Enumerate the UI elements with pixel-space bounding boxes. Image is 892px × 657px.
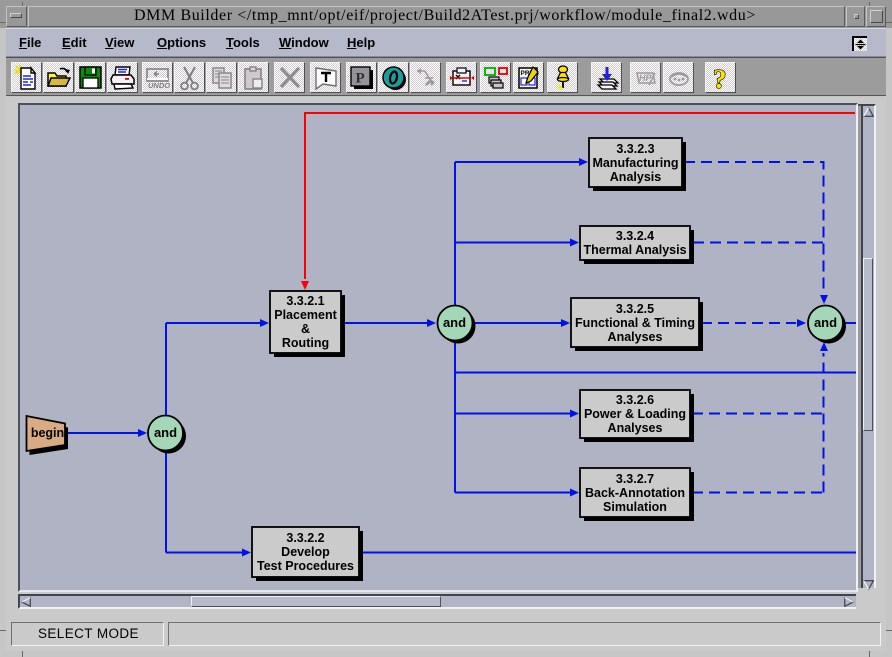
svg-text:UNDO: UNDO (148, 81, 170, 90)
svg-text:?: ? (713, 65, 727, 91)
svg-text:P: P (356, 71, 365, 87)
